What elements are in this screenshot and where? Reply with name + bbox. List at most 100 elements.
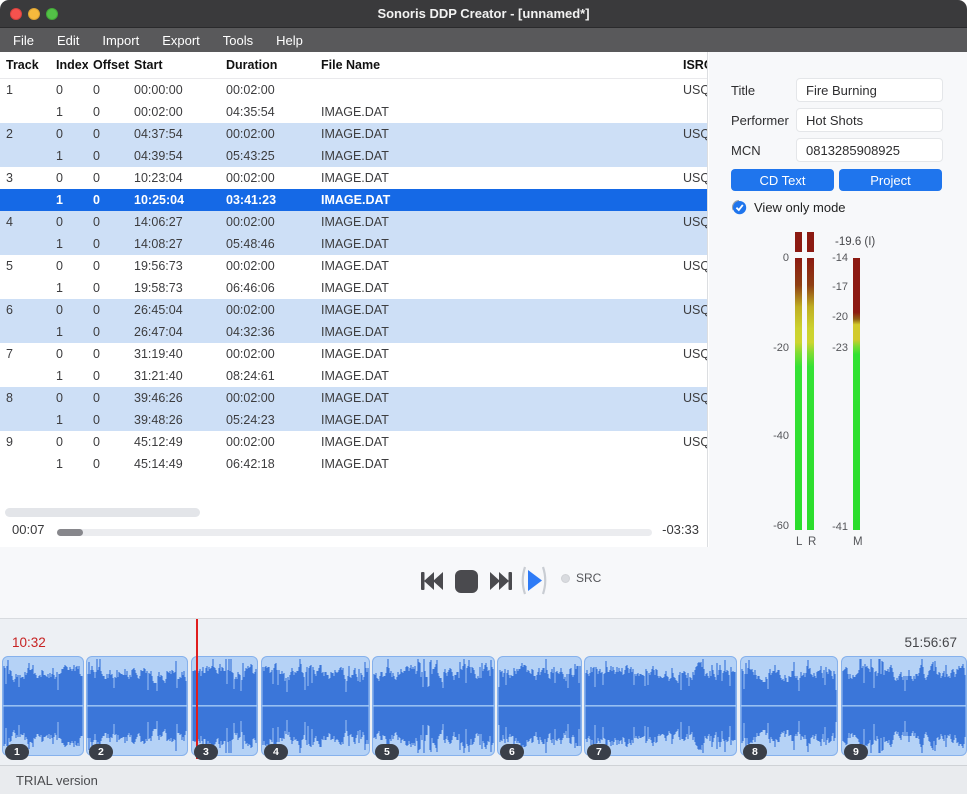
cell-index: 0 — [42, 215, 88, 229]
cell-duration: 00:02:00 — [222, 171, 317, 185]
cell-index: 1 — [42, 457, 88, 471]
waveform-track-8[interactable] — [740, 656, 838, 756]
table-row[interactable]: 1014:08:2705:48:46IMAGE.DAT — [0, 233, 707, 255]
menu-tools[interactable]: Tools — [222, 31, 254, 50]
waveform-track-2[interactable] — [86, 656, 188, 756]
waveform-track-1[interactable] — [2, 656, 84, 756]
cell-duration: 00:02:00 — [222, 259, 317, 273]
table-row[interactable]: 30010:23:0400:02:00IMAGE.DATUSQ — [0, 167, 707, 189]
waveform-track-6[interactable] — [497, 656, 582, 756]
meter-scale-tick: -20 — [814, 311, 848, 323]
table-row[interactable]: 1010:25:0403:41:23IMAGE.DAT — [0, 189, 707, 211]
col-start[interactable]: Start — [130, 58, 222, 72]
waveform-track-4[interactable] — [261, 656, 370, 756]
table-row[interactable]: 1039:48:2605:24:23IMAGE.DAT — [0, 409, 707, 431]
app-window: Sonoris DDP Creator - [unnamed*] File Ed… — [0, 0, 967, 794]
track-number-badge: 5 — [375, 744, 399, 760]
window-title: Sonoris DDP Creator - [unnamed*] — [0, 6, 967, 21]
col-index[interactable]: Index — [42, 58, 88, 72]
seek-thumb[interactable] — [57, 529, 83, 536]
col-isrc[interactable]: ISRC — [675, 58, 707, 72]
performer-input[interactable] — [796, 108, 943, 132]
cell-file: IMAGE.DAT — [317, 127, 675, 141]
menu-help[interactable]: Help — [275, 31, 304, 50]
cell-offset: 0 — [88, 215, 130, 229]
view-only-checkbox-icon[interactable] — [731, 199, 747, 215]
cell-isrc: USQ — [675, 215, 707, 229]
cell-start: 19:56:73 — [130, 259, 222, 273]
level-meter-left — [795, 258, 802, 530]
horizontal-scrollbar[interactable] — [5, 508, 200, 517]
menu-export[interactable]: Export — [161, 31, 201, 50]
table-row[interactable]: 1019:58:7306:46:06IMAGE.DAT — [0, 277, 707, 299]
play-button[interactable] — [517, 565, 551, 599]
col-duration[interactable]: Duration — [222, 58, 317, 72]
cell-isrc: USQ — [675, 303, 707, 317]
cell-file: IMAGE.DAT — [317, 325, 675, 339]
table-row[interactable]: 1000:02:0004:35:54IMAGE.DAT — [0, 101, 707, 123]
mcn-label: MCN — [731, 143, 761, 158]
status-bar: TRIAL version — [0, 765, 967, 794]
col-file-name[interactable]: File Name — [317, 58, 675, 72]
cell-index: 0 — [42, 171, 88, 185]
cell-offset: 0 — [88, 83, 130, 97]
col-track[interactable]: Track — [0, 58, 42, 72]
menu-edit[interactable]: Edit — [56, 31, 80, 50]
title-input[interactable] — [796, 78, 943, 102]
waveform-track-9[interactable] — [841, 656, 967, 756]
table-row[interactable]: 80039:46:2600:02:00IMAGE.DATUSQ — [0, 387, 707, 409]
table-row[interactable]: 1004:39:5405:43:25IMAGE.DAT — [0, 145, 707, 167]
table-row[interactable]: 50019:56:7300:02:00IMAGE.DATUSQ — [0, 255, 707, 277]
cell-duration: 06:46:06 — [222, 281, 317, 295]
project-button[interactable]: Project — [839, 169, 942, 191]
meter-scale-tick: -20 — [755, 342, 789, 354]
cell-file: IMAGE.DAT — [317, 369, 675, 383]
cell-offset: 0 — [88, 127, 130, 141]
previous-track-button[interactable] — [419, 569, 444, 596]
cell-offset: 0 — [88, 325, 130, 339]
waveform-track-5[interactable] — [372, 656, 495, 756]
cd-text-button[interactable]: CD Text — [731, 169, 834, 191]
table-row[interactable]: 10000:00:0000:02:00USQ — [0, 79, 707, 101]
table-row[interactable]: 70031:19:4000:02:00IMAGE.DATUSQ — [0, 343, 707, 365]
table-row[interactable]: 1045:14:4906:42:18IMAGE.DAT — [0, 453, 707, 475]
cell-duration: 00:02:00 — [222, 303, 317, 317]
table-row[interactable]: 1026:47:0404:32:36IMAGE.DAT — [0, 321, 707, 343]
stop-button[interactable] — [455, 570, 478, 593]
cell-index: 0 — [42, 347, 88, 361]
elapsed-time: 00:07 — [12, 522, 45, 537]
src-indicator-icon[interactable] — [561, 574, 570, 583]
track-number-badge: 8 — [743, 744, 767, 760]
cell-start: 14:08:27 — [130, 237, 222, 251]
next-track-button[interactable] — [489, 569, 514, 596]
meter-scale-tick: -17 — [814, 281, 848, 293]
table-row[interactable]: 20004:37:5400:02:00IMAGE.DATUSQ — [0, 123, 707, 145]
waveform-track-7[interactable] — [584, 656, 737, 756]
seek-slider[interactable] — [57, 529, 652, 536]
table-row[interactable]: 40014:06:2700:02:00IMAGE.DATUSQ — [0, 211, 707, 233]
track-table: Track Index Offset Start Duration File N… — [0, 52, 708, 547]
cell-start: 45:12:49 — [130, 435, 222, 449]
cell-file: IMAGE.DAT — [317, 281, 675, 295]
meter-scale-tick: -41 — [814, 521, 848, 533]
waveform-track-3[interactable] — [191, 656, 258, 756]
table-row[interactable]: 90045:12:4900:02:00IMAGE.DATUSQ — [0, 431, 707, 453]
table-row[interactable]: 60026:45:0400:02:00IMAGE.DATUSQ — [0, 299, 707, 321]
track-number-badge: 1 — [5, 744, 29, 760]
table-row[interactable]: 1031:21:4008:24:61IMAGE.DAT — [0, 365, 707, 387]
cell-isrc: USQ — [675, 259, 707, 273]
col-offset[interactable]: Offset — [88, 58, 130, 72]
cell-offset: 0 — [88, 193, 130, 207]
mcn-input[interactable] — [796, 138, 943, 162]
cell-isrc: USQ — [675, 127, 707, 141]
cell-offset: 0 — [88, 369, 130, 383]
cell-duration: 00:02:00 — [222, 347, 317, 361]
cell-file: IMAGE.DAT — [317, 149, 675, 163]
menu-file[interactable]: File — [12, 31, 35, 50]
cell-index: 0 — [42, 435, 88, 449]
track-number-badge: 2 — [89, 744, 113, 760]
playhead-position-label: 10:32 — [12, 635, 46, 650]
menu-import[interactable]: Import — [101, 31, 140, 50]
cell-index: 1 — [42, 105, 88, 119]
cell-track: 8 — [0, 391, 42, 405]
